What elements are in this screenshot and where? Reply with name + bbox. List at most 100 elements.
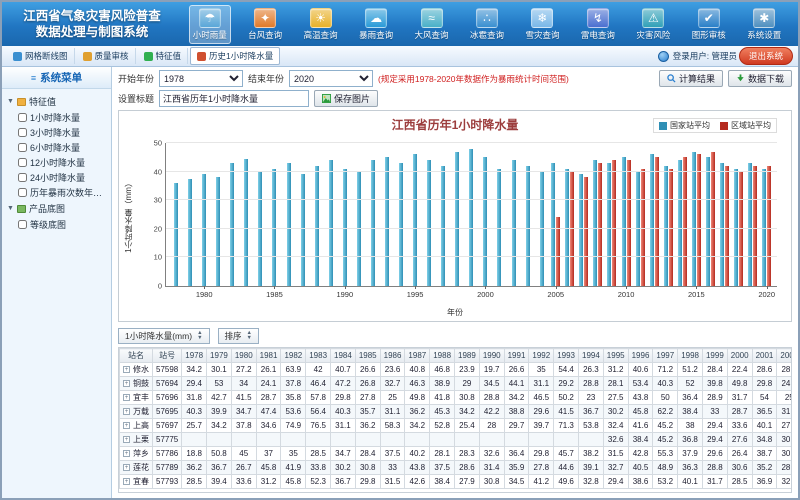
content: ≡ 系统菜单 ▼特征值1小时降水量3小时降水量6小时降水量12小时降水量24小时… bbox=[2, 67, 798, 498]
sidebar-item-0-2[interactable]: 6小时降水量 bbox=[5, 140, 108, 155]
table-row[interactable]: +上高5769725.734.237.834.674.976.531.136.2… bbox=[120, 419, 793, 433]
sidebar-item-0-3[interactable]: 12小时降水量 bbox=[5, 155, 108, 170]
value-cell: 53 bbox=[207, 377, 232, 391]
bar-group-1987 bbox=[296, 143, 310, 286]
table-row[interactable]: +上栗5777532.638.445.236.829.427.634.830.2… bbox=[120, 433, 793, 447]
station-name-cell: +上高 bbox=[120, 419, 153, 433]
bar-group-2016 bbox=[703, 143, 717, 286]
checkbox-0-2[interactable] bbox=[18, 143, 27, 152]
start-year-select[interactable]: 1978 bbox=[159, 70, 243, 87]
expand-icon[interactable]: + bbox=[123, 478, 130, 485]
checkbox-0-1[interactable] bbox=[18, 128, 27, 137]
tab-2[interactable]: 特征值 bbox=[138, 48, 189, 64]
sidebar-item-0-5[interactable]: 历年暴雨次数年平均分布 bbox=[5, 185, 108, 200]
app-title-line2: 数据处理与制图系统 bbox=[8, 24, 176, 40]
sidebar-item-0-1[interactable]: 3小时降水量 bbox=[5, 125, 108, 140]
download-button[interactable]: 数据下载 bbox=[728, 70, 792, 87]
table-row[interactable]: +萍乡5778618.850.845373528.534.728.437.540… bbox=[120, 447, 793, 461]
expand-icon[interactable]: + bbox=[123, 394, 130, 401]
toolbar-item-3[interactable]: ☁暴雨查询 bbox=[355, 5, 397, 44]
table-row[interactable]: +万载5769540.339.934.747.453.656.440.335.7… bbox=[120, 405, 793, 419]
table-row[interactable]: +修水5759834.230.127.226.163.94240.726.623… bbox=[120, 363, 793, 377]
sort-dropdown[interactable]: 排序 ▲▼ bbox=[218, 328, 259, 344]
toolbar-item-6[interactable]: ❄雪灾查询 bbox=[521, 5, 563, 44]
value-cell: 40.1 bbox=[752, 419, 777, 433]
value-cell: 38.8 bbox=[504, 405, 529, 419]
bar-regional-2009 bbox=[612, 160, 616, 286]
col-header-year: 1981 bbox=[256, 349, 281, 363]
value-cell: 32.7 bbox=[380, 377, 405, 391]
toolbar: ☂小时雨量 ✦台风查询 ☀高温查询 ☁暴雨查询 ≈大风查询 ∴冰雹查询 ❄雪灾查询 ↯雷电查询… bbox=[182, 2, 792, 46]
sidebar-item-0-0[interactable]: 1小时降水量 bbox=[5, 110, 108, 125]
table-row[interactable]: +铜鼓5769429.4533424.137.846.447.226.832.7… bbox=[120, 377, 793, 391]
value-cell: 45.8 bbox=[281, 475, 306, 489]
bar-national-2007 bbox=[579, 174, 583, 286]
value-type-dropdown[interactable]: 1小时降水量(mm) ▲▼ bbox=[118, 328, 210, 344]
sidebar-item-0-4[interactable]: 24小时降水量 bbox=[5, 170, 108, 185]
value-cell: 19.7 bbox=[479, 363, 504, 377]
end-year-select[interactable]: 2020 bbox=[289, 70, 373, 87]
x-tick-label: 1990 bbox=[336, 290, 353, 299]
bar-group-2000: 2000 bbox=[478, 143, 492, 286]
value-cell: 28.4 bbox=[702, 363, 727, 377]
value-cell: 29.8 bbox=[529, 447, 554, 461]
expand-icon[interactable]: + bbox=[123, 464, 130, 471]
table-row[interactable]: +宜丰5769631.842.741.528.735.857.829.827.8… bbox=[120, 391, 793, 405]
sort-label: 排序 bbox=[225, 330, 242, 342]
bar-national-1999 bbox=[469, 149, 473, 286]
value-cell: 47.4 bbox=[256, 405, 281, 419]
toolbar-item-5[interactable]: ∴冰雹查询 bbox=[466, 5, 508, 44]
expand-icon[interactable]: + bbox=[123, 422, 130, 429]
save-image-button[interactable]: 保存图片 bbox=[314, 90, 378, 107]
tab-1[interactable]: 质量审核 bbox=[77, 48, 136, 64]
y-axis-label: 1小时降水量（mm） bbox=[123, 179, 134, 253]
tab-0[interactable]: 网格断线图 bbox=[7, 48, 75, 64]
bar-national-1998 bbox=[455, 152, 459, 286]
expand-icon[interactable]: + bbox=[123, 450, 130, 457]
value-cell bbox=[256, 433, 281, 447]
toolbar-item-10[interactable]: ✱系统设置 bbox=[743, 5, 785, 44]
tree-group-label: 产品底图 bbox=[29, 202, 65, 215]
chart-title-input[interactable] bbox=[159, 90, 309, 107]
checkbox-0-3[interactable] bbox=[18, 158, 27, 167]
expand-icon[interactable]: + bbox=[123, 436, 130, 443]
expand-icon[interactable]: + bbox=[123, 366, 130, 373]
logout-button[interactable]: 退出系统 bbox=[739, 47, 793, 65]
toolbar-item-8[interactable]: ⚠灾害风险 bbox=[632, 5, 674, 44]
toolbar-item-7[interactable]: ↯雷电查询 bbox=[577, 5, 619, 44]
value-cell: 38.9 bbox=[430, 377, 455, 391]
col-header-year: 1994 bbox=[579, 349, 604, 363]
value-cell: 31.2 bbox=[603, 363, 628, 377]
station-table-container[interactable]: 站名站号197819791980198119821983198419851986… bbox=[118, 347, 792, 493]
checkbox-0-0[interactable] bbox=[18, 113, 27, 122]
col-header-year: 1996 bbox=[628, 349, 653, 363]
value-cell: 28.5 bbox=[182, 475, 207, 489]
tree-group-0[interactable]: ▼特征值 bbox=[5, 93, 108, 110]
checkbox-0-4[interactable] bbox=[18, 173, 27, 182]
toolbar-item-4[interactable]: ≈大风查询 bbox=[411, 5, 453, 44]
value-cell: 54 bbox=[752, 391, 777, 405]
toolbar-item-2[interactable]: ☀高温查询 bbox=[300, 5, 342, 44]
value-cell: 38.4 bbox=[430, 475, 455, 489]
tree-item-label: 12小时降水量 bbox=[30, 156, 85, 169]
table-row[interactable]: +宜春5779328.539.433.631.245.852.336.729.8… bbox=[120, 475, 793, 489]
expand-icon[interactable]: + bbox=[123, 408, 130, 415]
toolbar-item-1[interactable]: ✦台风查询 bbox=[244, 5, 286, 44]
tab-3[interactable]: 历史1小时降水量 bbox=[190, 47, 280, 65]
col-header-year: 1991 bbox=[504, 349, 529, 363]
value-cell: 28.8 bbox=[579, 377, 604, 391]
toolbar-item-0[interactable]: ☂小时雨量 bbox=[189, 5, 231, 44]
table-row[interactable]: +莲花5778936.236.726.745.841.933.830.230.8… bbox=[120, 461, 793, 475]
value-cell bbox=[306, 433, 331, 447]
calculate-button[interactable]: 计算结果 bbox=[659, 70, 723, 87]
toolbar-item-9[interactable]: ✔图形审核 bbox=[688, 5, 730, 44]
tree-group-1[interactable]: ▼产品底图 bbox=[5, 200, 108, 217]
bar-group-2014 bbox=[675, 143, 689, 286]
checkbox-0-5[interactable] bbox=[18, 188, 27, 197]
value-cell: 71.2 bbox=[653, 363, 678, 377]
checkbox-1-0[interactable] bbox=[18, 220, 27, 229]
value-cell: 37.5 bbox=[430, 461, 455, 475]
expand-icon[interactable]: + bbox=[123, 380, 130, 387]
sidebar-item-1-0[interactable]: 等级底图 bbox=[5, 217, 108, 232]
value-cell: 32.8 bbox=[579, 475, 604, 489]
